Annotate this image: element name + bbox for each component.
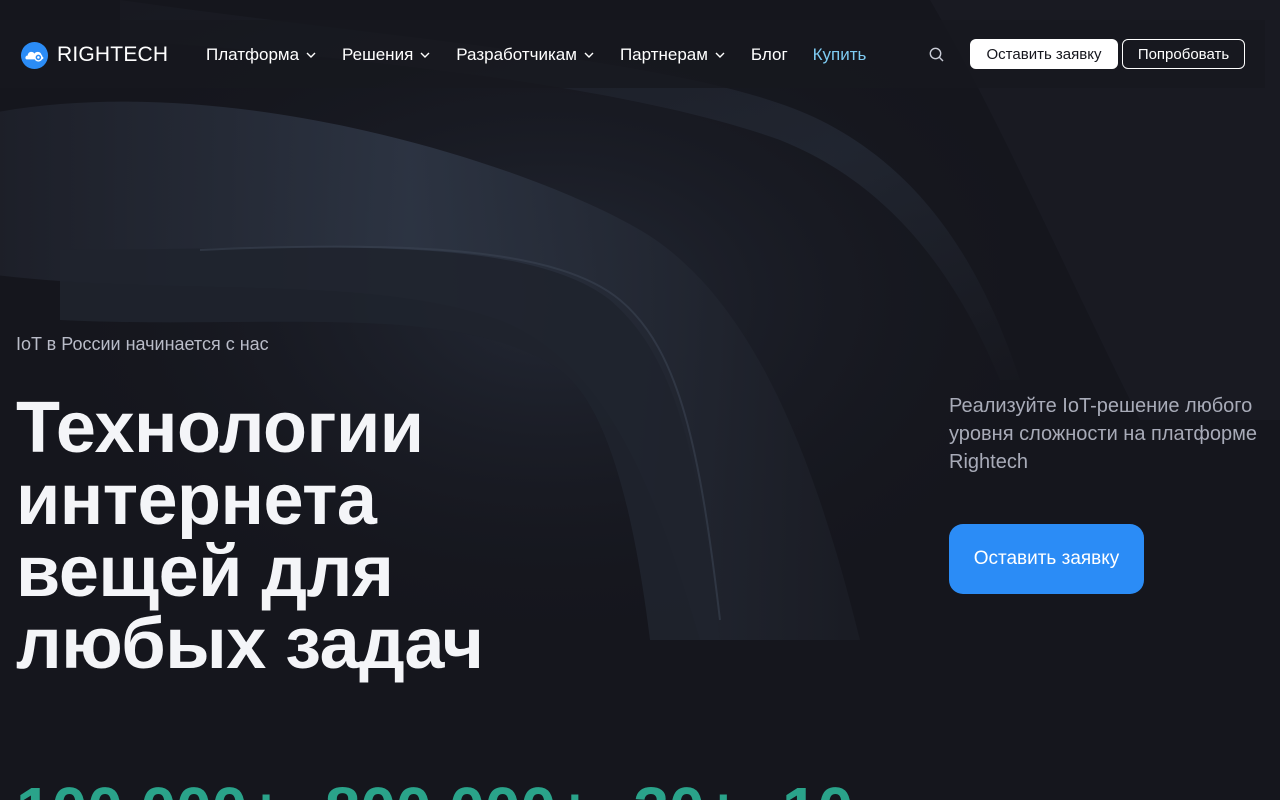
nav-item-label: Разработчикам: [456, 45, 577, 64]
logo[interactable]: RIGHTECH: [20, 40, 168, 70]
nav-item-label: Блог: [750, 45, 788, 64]
stat-value: 30+: [633, 778, 742, 800]
nav-item-solutions[interactable]: Решения: [342, 45, 431, 65]
apply-button-hero[interactable]: Оставить заявку: [949, 524, 1144, 594]
headline-line: вещей для: [16, 532, 394, 612]
headline-line: интернета: [16, 460, 377, 540]
cloud-logo-icon: [20, 41, 49, 69]
stat-value: 100 000+: [16, 778, 285, 800]
nav-item-label: Платформа: [206, 45, 300, 64]
apply-button-header[interactable]: Оставить заявку: [970, 39, 1118, 69]
hero-eyebrow: IoT в России начинается с нас: [16, 334, 269, 354]
nav-item-label: Решения: [342, 45, 414, 64]
chevron-down-icon: [715, 52, 725, 58]
nav-item-partners[interactable]: Партнерам: [620, 45, 726, 65]
hero-headline: Технологии интернета вещей для любых зад…: [16, 392, 636, 680]
search-icon[interactable]: [928, 46, 946, 64]
nav-item-developers[interactable]: Разработчикам: [456, 45, 595, 65]
logo-text: RIGHTECH: [57, 43, 169, 66]
site-header: RIGHTECH Платформа Решения Разработчикам…: [0, 20, 1265, 88]
main-nav: Платформа Решения Разработчикам Партнера…: [206, 44, 891, 66]
stats-row: 100 000+ 800 000+ 30+ 10: [16, 778, 853, 800]
nav-item-buy[interactable]: Купить: [813, 45, 867, 65]
nav-item-label: Купить: [812, 45, 867, 64]
nav-item-label: Партнерам: [619, 45, 708, 64]
stat-value: 10: [782, 778, 853, 800]
chevron-down-icon: [306, 52, 316, 58]
headline-line: Технологии: [16, 388, 424, 468]
headline-line: любых задач: [16, 604, 484, 684]
try-button[interactable]: Попробовать: [1122, 39, 1245, 69]
chevron-down-icon: [420, 52, 430, 58]
chevron-down-icon: [584, 52, 594, 58]
nav-item-blog[interactable]: Блог: [751, 45, 788, 65]
stat-value: 800 000+: [325, 778, 594, 800]
hero-subtext: Реализуйте IoT-решение любого уровня сло…: [949, 395, 1257, 473]
nav-item-platform[interactable]: Платформа: [206, 45, 317, 65]
